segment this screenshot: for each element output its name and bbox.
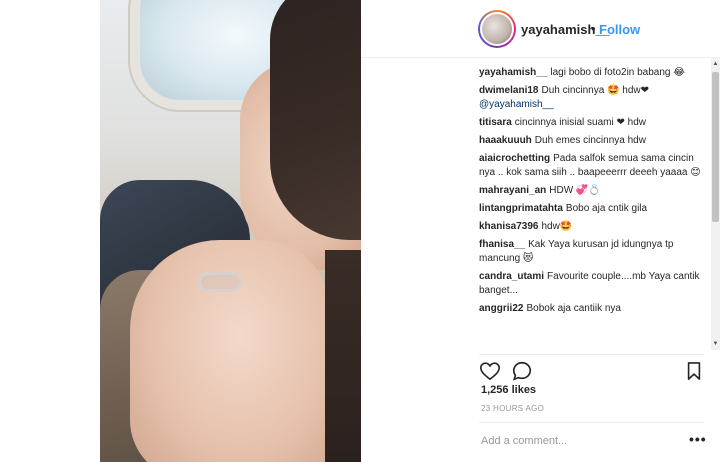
- comment-item: dwimelani18 Duh cincinnya 🤩 hdw❤ @yayaham…: [479, 84, 704, 112]
- comment-icon[interactable]: [511, 360, 533, 382]
- post-header: yayahamish__ • Follow: [361, 0, 720, 58]
- comment-item: haaakuuuh Duh emes cincinnya hdw: [479, 134, 704, 148]
- scroll-down-icon[interactable]: ▼: [711, 340, 720, 348]
- comment-item: candra_utami Favourite couple....mb Yaya …: [479, 270, 704, 298]
- bookmark-icon[interactable]: [685, 360, 703, 382]
- photo-shadow: [325, 250, 361, 462]
- comment-item: fhanisa__ Kak Yaya kurusan jd idungnya tp…: [479, 238, 704, 266]
- follow-button[interactable]: Follow: [599, 22, 640, 37]
- comment-text: Bobok aja cantiik nya: [526, 303, 621, 314]
- post-side-panel: yayahamish__ • Follow yayahamish__ lagi b…: [361, 0, 720, 462]
- add-comment-bar: •••: [479, 422, 707, 460]
- post-timestamp[interactable]: 23 HOURS AGO: [481, 404, 544, 413]
- comment-text: HDW 💞💍: [549, 185, 601, 196]
- comments-list[interactable]: yayahamish__ lagi bobo di foto2in babang …: [479, 66, 704, 350]
- comment-username[interactable]: lintangprimatahta: [479, 203, 563, 214]
- avatar[interactable]: [478, 10, 516, 48]
- comment-username[interactable]: titisara: [479, 117, 512, 128]
- scroll-thumb[interactable]: [712, 72, 719, 222]
- heart-icon[interactable]: [479, 360, 501, 382]
- likes-count[interactable]: 1,256 likes: [481, 384, 536, 396]
- photo-hair: [270, 0, 361, 240]
- comment-item: anggrii22 Bobok aja cantiik nya: [479, 302, 704, 316]
- comment-username[interactable]: candra_utami: [479, 271, 544, 282]
- comment-username[interactable]: anggrii22: [479, 303, 523, 314]
- comment-mention[interactable]: @yayahamish__: [479, 99, 554, 110]
- comment-item: mahrayani_an HDW 💞💍: [479, 184, 704, 198]
- comment-text: hdw🤩: [541, 221, 573, 232]
- comment-text: Duh emes cincinnya hdw: [534, 135, 646, 146]
- avatar-image: [480, 12, 514, 46]
- comment-username[interactable]: fhanisa__: [479, 239, 525, 250]
- comment-username[interactable]: haaakuuuh: [479, 135, 532, 146]
- comment-text: Bobo aja cntik gila: [565, 203, 648, 214]
- comment-username[interactable]: yayahamish__: [479, 67, 547, 78]
- comment-text: lagi bobo di foto2in babang 😂: [550, 67, 685, 78]
- more-options-icon[interactable]: •••: [689, 432, 707, 446]
- comment-item: titisara cincinnya inisial suami ❤ hdw: [479, 116, 704, 130]
- comment-text: Duh cincinnya 🤩 hdw❤: [541, 85, 650, 96]
- scroll-up-icon[interactable]: ▲: [711, 60, 720, 68]
- comment-item: lintangprimatahta Bobo aja cntik gila: [479, 202, 704, 216]
- comment-username[interactable]: aiaicrochetting: [479, 153, 550, 164]
- separator-dot: •: [591, 21, 596, 36]
- photo-ring: [198, 272, 242, 292]
- comment-username[interactable]: dwimelani18: [479, 85, 538, 96]
- add-comment-input[interactable]: [481, 433, 671, 449]
- comment-item: aiaicrochetting Pada salfok semua sama ci…: [479, 152, 704, 180]
- comment-item: khanisa7396 hdw🤩: [479, 220, 704, 234]
- comments-scrollbar[interactable]: ▲ ▼: [711, 58, 720, 350]
- comment-text: cincinnya inisial suami ❤ hdw: [514, 117, 647, 128]
- post-username[interactable]: yayahamish__: [521, 22, 610, 37]
- post-photo[interactable]: [100, 0, 361, 462]
- comment-username[interactable]: khanisa7396: [479, 221, 539, 232]
- comment-username[interactable]: mahrayani_an: [479, 185, 546, 196]
- post-actions: [479, 354, 704, 384]
- comment-item: yayahamish__ lagi bobo di foto2in babang …: [479, 66, 704, 80]
